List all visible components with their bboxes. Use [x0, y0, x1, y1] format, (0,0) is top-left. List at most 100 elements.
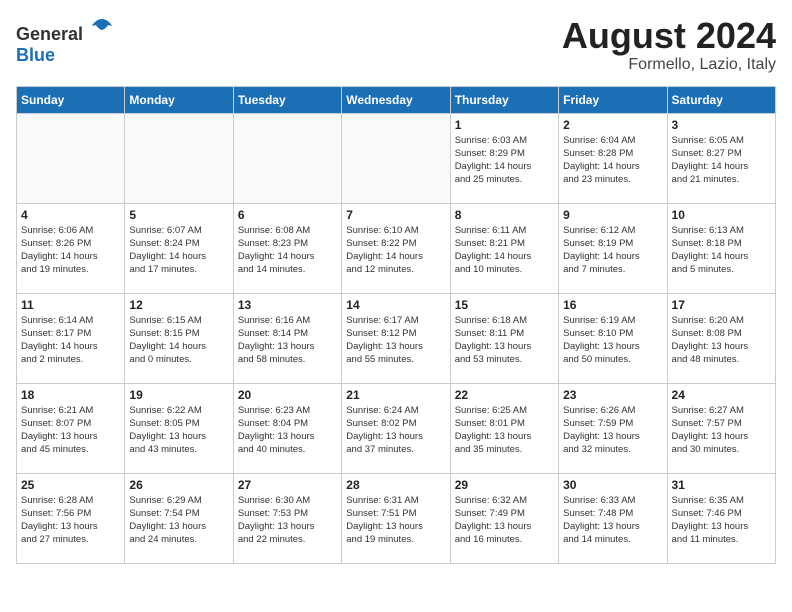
day-number: 29: [455, 478, 554, 492]
day-info: Sunrise: 6:25 AM Sunset: 8:01 PM Dayligh…: [455, 404, 554, 457]
weekday-header: Friday: [559, 86, 667, 113]
calendar-table: SundayMondayTuesdayWednesdayThursdayFrid…: [16, 86, 776, 564]
calendar-day-cell: [125, 113, 233, 203]
day-info: Sunrise: 6:18 AM Sunset: 8:11 PM Dayligh…: [455, 314, 554, 367]
page-header: General Blue August 2024 Formello, Lazio…: [16, 16, 776, 74]
calendar-day-cell: 14 Sunrise: 6:17 AM Sunset: 8:12 PM Dayli…: [342, 293, 450, 383]
day-info: Sunrise: 6:33 AM Sunset: 7:48 PM Dayligh…: [563, 494, 662, 547]
calendar-day-cell: [233, 113, 341, 203]
day-number: 23: [563, 388, 662, 402]
calendar-day-cell: 30 Sunrise: 6:33 AM Sunset: 7:48 PM Dayli…: [559, 473, 667, 563]
day-info: Sunrise: 6:13 AM Sunset: 8:18 PM Dayligh…: [672, 224, 771, 277]
weekday-header: Wednesday: [342, 86, 450, 113]
calendar-day-cell: 24 Sunrise: 6:27 AM Sunset: 7:57 PM Dayli…: [667, 383, 775, 473]
calendar-day-cell: 1 Sunrise: 6:03 AM Sunset: 8:29 PM Daylig…: [450, 113, 558, 203]
day-number: 17: [672, 298, 771, 312]
day-number: 30: [563, 478, 662, 492]
day-number: 12: [129, 298, 228, 312]
calendar-day-cell: 10Sunrise: 6:13 AM Sunset: 8:18 PM Dayli…: [667, 203, 775, 293]
day-info: Sunrise: 6:19 AM Sunset: 8:10 PM Dayligh…: [563, 314, 662, 367]
logo-bird-icon: [90, 16, 114, 40]
day-info: Sunrise: 6:16 AM Sunset: 8:14 PM Dayligh…: [238, 314, 337, 367]
calendar-day-cell: [17, 113, 125, 203]
day-number: 7: [346, 208, 445, 222]
day-info: Sunrise: 6:10 AM Sunset: 8:22 PM Dayligh…: [346, 224, 445, 277]
day-number: 16: [563, 298, 662, 312]
day-number: 26: [129, 478, 228, 492]
calendar-week-row: 1 Sunrise: 6:03 AM Sunset: 8:29 PM Daylig…: [17, 113, 776, 203]
day-info: Sunrise: 6:31 AM Sunset: 7:51 PM Dayligh…: [346, 494, 445, 547]
day-info: Sunrise: 6:15 AM Sunset: 8:15 PM Dayligh…: [129, 314, 228, 367]
calendar-day-cell: 16 Sunrise: 6:19 AM Sunset: 8:10 PM Dayli…: [559, 293, 667, 383]
calendar-week-row: 11 Sunrise: 6:14 AM Sunset: 8:17 PM Dayli…: [17, 293, 776, 383]
day-info: Sunrise: 6:07 AM Sunset: 8:24 PM Dayligh…: [129, 224, 228, 277]
day-number: 3: [672, 118, 771, 132]
calendar-day-cell: 18 Sunrise: 6:21 AM Sunset: 8:07 PM Dayli…: [17, 383, 125, 473]
calendar-day-cell: 7 Sunrise: 6:10 AM Sunset: 8:22 PM Daylig…: [342, 203, 450, 293]
calendar-day-cell: 9Sunrise: 6:12 AM Sunset: 8:19 PM Daylig…: [559, 203, 667, 293]
calendar-day-cell: 23 Sunrise: 6:26 AM Sunset: 7:59 PM Dayli…: [559, 383, 667, 473]
day-number: 18: [21, 388, 120, 402]
calendar-day-cell: [342, 113, 450, 203]
day-info: Sunrise: 6:30 AM Sunset: 7:53 PM Dayligh…: [238, 494, 337, 547]
calendar-day-cell: 26 Sunrise: 6:29 AM Sunset: 7:54 PM Dayli…: [125, 473, 233, 563]
day-info: Sunrise: 6:06 AM Sunset: 8:26 PM Dayligh…: [21, 224, 120, 277]
day-info: Sunrise: 6:23 AM Sunset: 8:04 PM Dayligh…: [238, 404, 337, 457]
calendar-day-cell: 15 Sunrise: 6:18 AM Sunset: 8:11 PM Dayli…: [450, 293, 558, 383]
day-number: 5: [129, 208, 228, 222]
calendar-day-cell: 4 Sunrise: 6:06 AM Sunset: 8:26 PM Daylig…: [17, 203, 125, 293]
calendar-day-cell: 29Sunrise: 6:32 AM Sunset: 7:49 PM Dayli…: [450, 473, 558, 563]
logo-general: General: [16, 24, 83, 44]
day-number: 2: [563, 118, 662, 132]
title-block: August 2024 Formello, Lazio, Italy: [562, 16, 776, 74]
calendar-day-cell: 13 Sunrise: 6:16 AM Sunset: 8:14 PM Dayli…: [233, 293, 341, 383]
calendar-day-cell: 27Sunrise: 6:30 AM Sunset: 7:53 PM Dayli…: [233, 473, 341, 563]
calendar-day-cell: 20Sunrise: 6:23 AM Sunset: 8:04 PM Dayli…: [233, 383, 341, 473]
location-subtitle: Formello, Lazio, Italy: [562, 56, 776, 74]
calendar-day-cell: 11 Sunrise: 6:14 AM Sunset: 8:17 PM Dayli…: [17, 293, 125, 383]
day-number: 11: [21, 298, 120, 312]
day-number: 14: [346, 298, 445, 312]
day-info: Sunrise: 6:14 AM Sunset: 8:17 PM Dayligh…: [21, 314, 120, 367]
day-info: Sunrise: 6:08 AM Sunset: 8:23 PM Dayligh…: [238, 224, 337, 277]
logo: General Blue: [16, 16, 114, 66]
calendar-week-row: 18 Sunrise: 6:21 AM Sunset: 8:07 PM Dayli…: [17, 383, 776, 473]
day-number: 9: [563, 208, 662, 222]
day-info: Sunrise: 6:21 AM Sunset: 8:07 PM Dayligh…: [21, 404, 120, 457]
calendar-day-cell: 21Sunrise: 6:24 AM Sunset: 8:02 PM Dayli…: [342, 383, 450, 473]
day-info: Sunrise: 6:04 AM Sunset: 8:28 PM Dayligh…: [563, 134, 662, 187]
day-info: Sunrise: 6:29 AM Sunset: 7:54 PM Dayligh…: [129, 494, 228, 547]
day-info: Sunrise: 6:22 AM Sunset: 8:05 PM Dayligh…: [129, 404, 228, 457]
day-number: 4: [21, 208, 120, 222]
calendar-day-cell: 12 Sunrise: 6:15 AM Sunset: 8:15 PM Dayli…: [125, 293, 233, 383]
day-info: Sunrise: 6:28 AM Sunset: 7:56 PM Dayligh…: [21, 494, 120, 547]
day-number: 24: [672, 388, 771, 402]
calendar-header-row: SundayMondayTuesdayWednesdayThursdayFrid…: [17, 86, 776, 113]
day-number: 1: [455, 118, 554, 132]
calendar-day-cell: 25 Sunrise: 6:28 AM Sunset: 7:56 PM Dayli…: [17, 473, 125, 563]
calendar-week-row: 25 Sunrise: 6:28 AM Sunset: 7:56 PM Dayli…: [17, 473, 776, 563]
day-number: 13: [238, 298, 337, 312]
weekday-header: Saturday: [667, 86, 775, 113]
weekday-header: Monday: [125, 86, 233, 113]
day-number: 25: [21, 478, 120, 492]
day-number: 31: [672, 478, 771, 492]
weekday-header: Tuesday: [233, 86, 341, 113]
calendar-day-cell: 8 Sunrise: 6:11 AM Sunset: 8:21 PM Daylig…: [450, 203, 558, 293]
day-info: Sunrise: 6:26 AM Sunset: 7:59 PM Dayligh…: [563, 404, 662, 457]
calendar-day-cell: 5 Sunrise: 6:07 AM Sunset: 8:24 PM Daylig…: [125, 203, 233, 293]
day-info: Sunrise: 6:24 AM Sunset: 8:02 PM Dayligh…: [346, 404, 445, 457]
day-info: Sunrise: 6:20 AM Sunset: 8:08 PM Dayligh…: [672, 314, 771, 367]
logo-text: General Blue: [16, 16, 114, 66]
day-info: Sunrise: 6:35 AM Sunset: 7:46 PM Dayligh…: [672, 494, 771, 547]
calendar-day-cell: 19Sunrise: 6:22 AM Sunset: 8:05 PM Dayli…: [125, 383, 233, 473]
day-info: Sunrise: 6:03 AM Sunset: 8:29 PM Dayligh…: [455, 134, 554, 187]
day-info: Sunrise: 6:27 AM Sunset: 7:57 PM Dayligh…: [672, 404, 771, 457]
day-info: Sunrise: 6:17 AM Sunset: 8:12 PM Dayligh…: [346, 314, 445, 367]
month-year-title: August 2024: [562, 16, 776, 56]
calendar-day-cell: 28Sunrise: 6:31 AM Sunset: 7:51 PM Dayli…: [342, 473, 450, 563]
calendar-day-cell: 2 Sunrise: 6:04 AM Sunset: 8:28 PM Daylig…: [559, 113, 667, 203]
day-info: Sunrise: 6:11 AM Sunset: 8:21 PM Dayligh…: [455, 224, 554, 277]
day-number: 8: [455, 208, 554, 222]
day-number: 15: [455, 298, 554, 312]
